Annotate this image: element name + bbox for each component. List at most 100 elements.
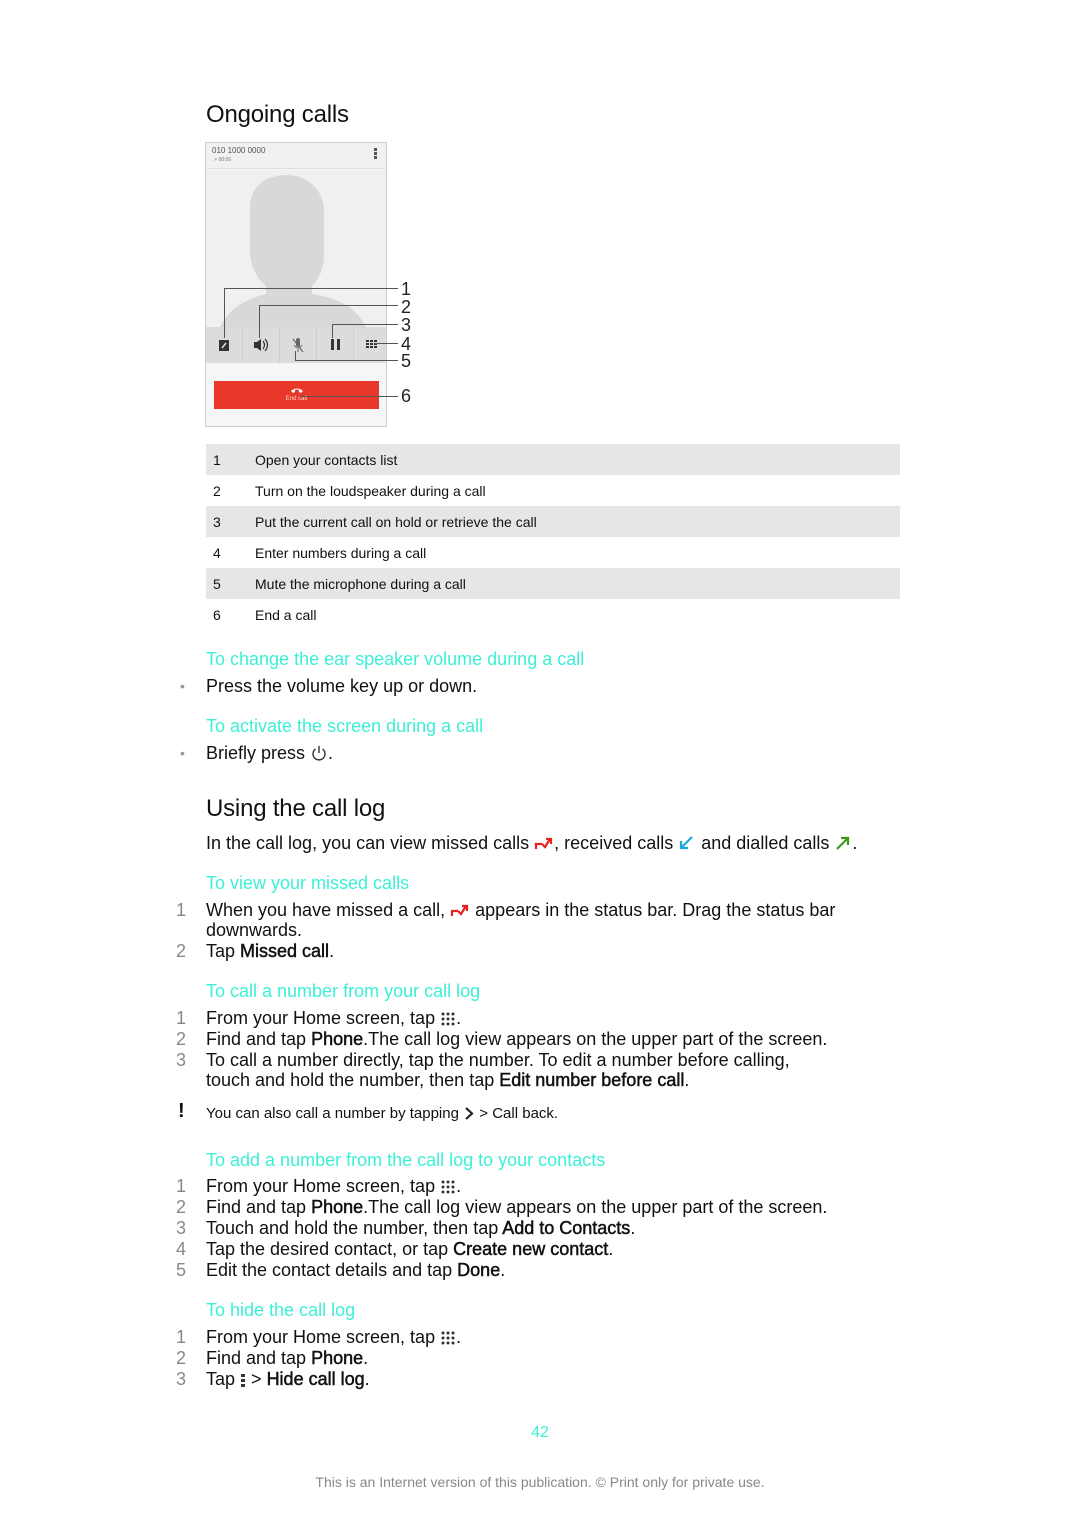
- text: You can also call a number by tapping: [206, 1105, 459, 1122]
- section-title-ongoing-calls: Ongoing calls: [206, 101, 349, 128]
- hold-button[interactable]: [317, 327, 354, 363]
- step-number: 1: [176, 1176, 187, 1196]
- step-number: 2: [176, 1197, 187, 1217]
- text: touch and hold the number, then tap: [206, 1070, 500, 1090]
- overflow-menu-icon: [374, 148, 377, 160]
- pause-icon: [331, 339, 340, 350]
- text: .: [456, 1327, 462, 1347]
- row-text: Turn on the loudspeaker during a call: [255, 483, 486, 499]
- table-row: 1 Open your contacts list: [206, 444, 900, 475]
- ui-term: Missed call: [240, 941, 330, 962]
- subheading-hide-call-log: To hide the call log: [206, 1300, 356, 1320]
- dialpad-button[interactable]: [354, 327, 386, 363]
- step-number: 1: [176, 900, 187, 920]
- callnumber-step-1: From your Home screen, tap .: [206, 1008, 461, 1029]
- apps-grid-icon: [441, 1012, 455, 1026]
- text: Edit the contact details and tap: [206, 1260, 458, 1280]
- text: and dialled calls: [701, 833, 830, 853]
- call-header: 010 1000 0000 ↗ 00:06: [206, 143, 386, 169]
- ui-term: Add to Contacts: [502, 1218, 631, 1239]
- step-number: 4: [176, 1239, 187, 1259]
- dialled-call-icon: [836, 836, 850, 850]
- missed-step-1-cont: downwards.: [206, 920, 303, 940]
- exclamation-icon: !: [178, 1100, 185, 1122]
- row-number: 1: [213, 452, 221, 468]
- power-icon: [312, 746, 326, 761]
- subheading-add-to-contacts: To add a number from the call log to you…: [206, 1150, 606, 1170]
- end-call-button[interactable]: End call: [214, 381, 379, 409]
- speaker-button[interactable]: [243, 327, 280, 363]
- received-call-icon: [680, 836, 694, 850]
- text: Find and tap: [206, 1029, 312, 1049]
- addnumber-step-3: Touch and hold the number, then tap Add …: [206, 1218, 635, 1239]
- row-number: 5: [213, 576, 221, 592]
- hidelog-step-1: From your Home screen, tap .: [206, 1327, 461, 1348]
- silhouette-icon: [220, 175, 366, 327]
- ui-term: Hide call log: [266, 1369, 365, 1390]
- text: .: [364, 1369, 370, 1389]
- callout-number-6: 6: [401, 386, 412, 406]
- addnumber-step-4: Tap the desired contact, or tap Create n…: [206, 1239, 613, 1260]
- page-number: 42: [531, 1424, 549, 1441]
- callout-number-5: 5: [401, 351, 412, 371]
- missed-step-2: Tap Missed call.: [206, 941, 334, 962]
- text: .: [329, 941, 335, 961]
- subheading-missed-calls: To view your missed calls: [206, 873, 410, 893]
- step-number: 3: [176, 1218, 187, 1238]
- callout-line-5-v: [295, 351, 296, 360]
- missed-step-1: When you have missed a call, appears in …: [206, 900, 835, 921]
- text: When you have missed a call,: [206, 900, 446, 920]
- ui-term: Done: [457, 1260, 501, 1281]
- text: From your Home screen, tap: [206, 1008, 436, 1028]
- row-text: Put the current call on hold or retrieve…: [255, 514, 537, 530]
- row-number: 2: [213, 483, 221, 499]
- missed-call-icon: [535, 837, 553, 849]
- text: >: [246, 1369, 267, 1389]
- text: .: [608, 1239, 614, 1259]
- text: appears in the status bar. Drag the stat…: [475, 900, 836, 920]
- text: .: [500, 1260, 506, 1280]
- callnumber-step-3-cont: touch and hold the number, then tap Edit…: [206, 1070, 689, 1091]
- callout-line-2-v: [259, 305, 260, 338]
- step-number: 2: [176, 1029, 187, 1049]
- step-number: 1: [176, 1327, 187, 1347]
- callout-line-1: [224, 288, 398, 289]
- ui-term: Phone: [311, 1029, 364, 1050]
- table-row: 5 Mute the microphone during a call: [206, 568, 900, 599]
- text: Find and tap: [206, 1197, 312, 1217]
- end-call-icon: [290, 388, 303, 393]
- text: Touch and hold the number, then tap: [206, 1218, 503, 1238]
- addnumber-step-2: Find and tap Phone.The call log view app…: [206, 1197, 827, 1218]
- table-row: 6 End a call: [206, 599, 900, 630]
- activate-instruction: Briefly press .: [206, 743, 333, 764]
- ui-term: Edit number before call: [499, 1070, 685, 1091]
- chevron-right-icon: [465, 1107, 474, 1120]
- subheading-activate-screen: To activate the screen during a call: [206, 716, 484, 736]
- ui-term: Phone: [311, 1197, 364, 1218]
- text: .: [852, 833, 858, 853]
- table-row: 4 Enter numbers during a call: [206, 537, 900, 568]
- step-number: 3: [176, 1369, 187, 1389]
- table-row: 3 Put the current call on hold or retriev…: [206, 506, 900, 537]
- step-number: 5: [176, 1260, 187, 1280]
- mute-button[interactable]: [280, 327, 317, 363]
- ui-term: Phone: [311, 1348, 364, 1369]
- tip-note: You can also call a number by tapping > …: [206, 1105, 558, 1122]
- phone-screenshot: 010 1000 0000 ↗ 00:06 End call: [205, 142, 387, 427]
- call-timer: ↗ 00:06: [213, 157, 232, 163]
- legend-table: 1 Open your contacts list 2 Turn on the lo…: [206, 444, 900, 630]
- subheading-call-number: To call a number from your call log: [206, 981, 481, 1001]
- step-number: 2: [176, 1348, 187, 1368]
- text: .: [456, 1008, 462, 1028]
- ui-term: Create new contact: [453, 1239, 609, 1260]
- bullet: •: [180, 745, 185, 761]
- text: Tap: [206, 941, 241, 961]
- callout-line-3: [332, 324, 398, 325]
- text: Briefly press: [206, 743, 306, 763]
- callnumber-step-3: To call a number directly, tap the numbe…: [206, 1050, 790, 1070]
- hidelog-step-3: Tap > Hide call log.: [206, 1369, 370, 1390]
- step-number: 2: [176, 941, 187, 961]
- text: .The call log view appears on the upper …: [363, 1197, 828, 1217]
- text: Tap the desired contact, or tap: [206, 1239, 454, 1259]
- text: > Call back.: [479, 1105, 559, 1122]
